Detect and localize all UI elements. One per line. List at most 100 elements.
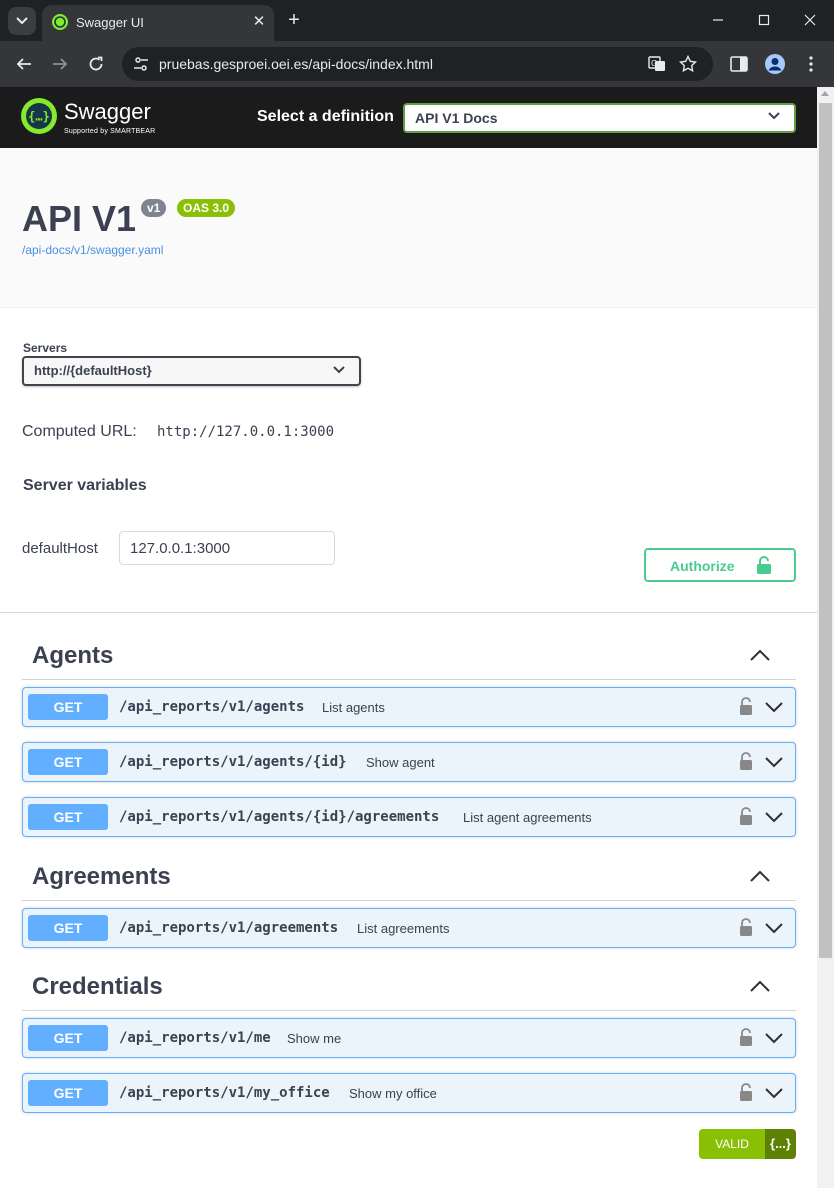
svg-text:{…}: {…} bbox=[28, 110, 50, 124]
http-method-badge: GET bbox=[28, 1025, 108, 1051]
operation-summary: List agents bbox=[322, 700, 385, 715]
chevron-up-icon[interactable] bbox=[748, 648, 772, 662]
chevron-down-icon[interactable] bbox=[764, 1086, 784, 1099]
operation-row[interactable]: GET/api_reports/v1/my_office Show my offi… bbox=[22, 1073, 796, 1113]
operation-path: /api_reports/v1/agents bbox=[119, 699, 305, 715]
definition-select-value: API V1 Docs bbox=[415, 110, 498, 126]
server-select-value: http://{defaultHost} bbox=[34, 363, 152, 378]
tag-header-agreements[interactable]: Agreements bbox=[22, 853, 796, 901]
tab-search-button[interactable] bbox=[8, 7, 36, 35]
http-method-badge: GET bbox=[28, 1080, 108, 1106]
section-divider bbox=[0, 612, 817, 613]
operation-summary: Show agent bbox=[366, 755, 435, 770]
chevron-down-icon bbox=[333, 366, 345, 374]
bookmark-star-icon[interactable] bbox=[679, 55, 697, 73]
operation-path: /api_reports/v1/agents/{id} bbox=[119, 754, 347, 770]
chevron-up-icon[interactable] bbox=[748, 869, 772, 883]
translate-icon[interactable]: G bbox=[648, 55, 666, 73]
maximize-icon[interactable] bbox=[749, 8, 779, 32]
forward-arrow-icon[interactable] bbox=[48, 52, 72, 76]
tag-name: Credentials bbox=[32, 973, 163, 1000]
validator-badge[interactable]: VALID {...} bbox=[699, 1129, 796, 1159]
side-panel-icon[interactable] bbox=[728, 53, 750, 75]
authorize-label: Authorize bbox=[670, 558, 735, 574]
chevron-down-icon[interactable] bbox=[764, 700, 784, 713]
lock-icon[interactable] bbox=[739, 918, 753, 936]
operation-path: /api_reports/v1/agents/{id}/agreements bbox=[119, 809, 440, 825]
page-scrollbar[interactable] bbox=[817, 87, 834, 1188]
validator-icon: {...} bbox=[765, 1129, 796, 1159]
site-info-icon[interactable] bbox=[132, 55, 150, 73]
operation-row[interactable]: GET/api_reports/v1/agreements List agreem… bbox=[22, 908, 796, 948]
tag-header-agents[interactable]: Agents bbox=[22, 632, 796, 680]
browser-tab-bar: Swagger UI ✕ + bbox=[0, 0, 834, 41]
swagger-favicon-icon bbox=[52, 14, 68, 30]
chevron-down-icon[interactable] bbox=[764, 921, 784, 934]
computed-url-value: http://127.0.0.1:3000 bbox=[157, 424, 335, 440]
tab-close-icon[interactable]: ✕ bbox=[250, 13, 268, 31]
http-method-badge: GET bbox=[28, 749, 108, 775]
operation-summary: List agent agreements bbox=[463, 810, 592, 825]
browser-toolbar: pruebas.gesproei.oei.es/api-docs/index.h… bbox=[0, 41, 834, 87]
swagger-logo-icon: {…} bbox=[21, 98, 57, 134]
api-title: API V1 bbox=[22, 198, 137, 239]
more-menu-icon[interactable] bbox=[800, 53, 822, 75]
lock-icon[interactable] bbox=[739, 697, 753, 715]
chevron-up-icon[interactable] bbox=[748, 979, 772, 993]
definition-select[interactable]: API V1 Docs bbox=[403, 103, 796, 133]
swagger-topbar: {…} Swagger Supported by SMARTBEAR Selec… bbox=[0, 87, 817, 148]
http-method-badge: GET bbox=[28, 694, 108, 720]
version-badge: v1 bbox=[141, 199, 167, 217]
tab-title: Swagger UI bbox=[76, 15, 144, 30]
operation-path: /api_reports/v1/me bbox=[119, 1030, 271, 1046]
server-variables-title: Server variables bbox=[23, 477, 147, 494]
servers-label: Servers bbox=[23, 341, 68, 355]
lock-icon[interactable] bbox=[739, 1083, 753, 1101]
chevron-down-icon[interactable] bbox=[764, 810, 784, 823]
http-method-badge: GET bbox=[28, 915, 108, 941]
lock-icon[interactable] bbox=[739, 807, 753, 825]
operation-summary: Show me bbox=[287, 1031, 342, 1046]
unlock-icon bbox=[757, 556, 771, 574]
operation-row[interactable]: GET/api_reports/v1/agents List agents bbox=[22, 687, 796, 727]
default-host-input[interactable] bbox=[119, 531, 335, 565]
server-select[interactable]: http://{defaultHost} bbox=[22, 356, 361, 386]
scroll-up-arrow-icon[interactable] bbox=[821, 91, 829, 96]
operation-row[interactable]: GET/api_reports/v1/me Show me bbox=[22, 1018, 796, 1058]
operation-summary: Show my office bbox=[349, 1086, 437, 1101]
lock-icon[interactable] bbox=[739, 1028, 753, 1046]
spec-link[interactable]: /api-docs/v1/swagger.yaml bbox=[22, 243, 163, 257]
reload-icon[interactable] bbox=[84, 52, 108, 76]
url-text: pruebas.gesproei.oei.es/api-docs/index.h… bbox=[159, 56, 433, 72]
operation-path: /api_reports/v1/agreements bbox=[119, 920, 339, 936]
default-host-label: defaultHost bbox=[22, 540, 98, 557]
page-content: {…} Swagger Supported by SMARTBEAR Selec… bbox=[0, 87, 817, 1188]
chevron-down-icon[interactable] bbox=[764, 1031, 784, 1044]
address-bar[interactable]: pruebas.gesproei.oei.es/api-docs/index.h… bbox=[122, 47, 713, 81]
select-definition-label: Select a definition bbox=[257, 108, 394, 125]
back-arrow-icon[interactable] bbox=[12, 52, 36, 76]
oas-badge: OAS 3.0 bbox=[177, 199, 236, 217]
computed-url-label: Computed URL: bbox=[22, 423, 137, 440]
validator-label: VALID bbox=[699, 1129, 765, 1159]
operation-row[interactable]: GET/api_reports/v1/agents/{id} Show agent bbox=[22, 742, 796, 782]
scroll-thumb[interactable] bbox=[819, 103, 832, 958]
lock-icon[interactable] bbox=[739, 752, 753, 770]
chevron-down-icon[interactable] bbox=[764, 755, 784, 768]
new-tab-icon[interactable]: + bbox=[284, 9, 304, 31]
chevron-down-icon bbox=[768, 112, 780, 120]
operation-row[interactable]: GET/api_reports/v1/agents/{id}/agreement… bbox=[22, 797, 796, 837]
browser-tab[interactable]: Swagger UI ✕ bbox=[42, 5, 274, 41]
tag-name: Agents bbox=[32, 642, 114, 669]
tag-header-credentials[interactable]: Credentials bbox=[22, 963, 796, 1011]
close-window-icon[interactable] bbox=[795, 8, 825, 32]
authorize-button[interactable]: Authorize bbox=[644, 548, 796, 582]
svg-text:G: G bbox=[651, 59, 657, 68]
operation-summary: List agreements bbox=[357, 921, 450, 936]
smartbear-tagline: Supported by SMARTBEAR bbox=[64, 128, 156, 135]
profile-avatar-icon[interactable] bbox=[764, 53, 786, 75]
api-info: API V1 v1 OAS 3.0 /api-docs/v1/swagger.y… bbox=[0, 148, 817, 308]
minimize-icon[interactable] bbox=[703, 8, 733, 32]
tag-name: Agreements bbox=[32, 863, 171, 890]
swagger-logo-text: Swagger bbox=[64, 99, 151, 124]
